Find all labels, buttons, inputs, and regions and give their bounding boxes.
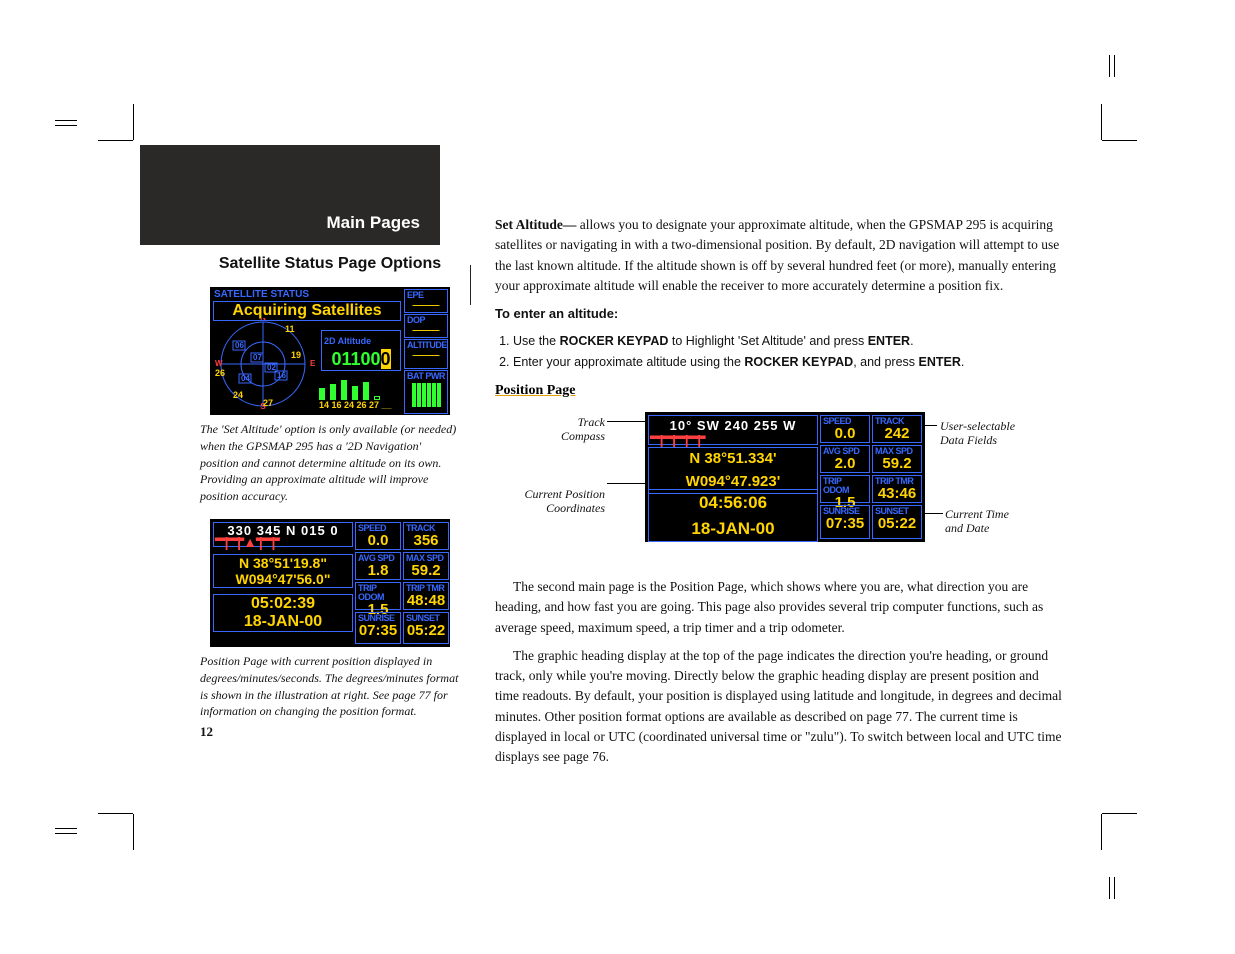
- svg-text:24: 24: [233, 390, 243, 400]
- step-1: Use the ROCKER KEYPAD to Highlight 'Set …: [513, 332, 1065, 351]
- altitude-cell: ALTITUDE———: [404, 339, 448, 369]
- body-paragraph-2: The second main page is the Position Pag…: [495, 577, 1065, 638]
- epe-cell: EPE———: [404, 289, 448, 313]
- crop-mark: [55, 833, 77, 834]
- avgspd-cell: AVG SPD2.0: [820, 445, 870, 473]
- alt-value: 011000: [322, 349, 400, 370]
- crop-mark: [1102, 140, 1137, 141]
- sunset-cell: SUNSET05:22: [403, 612, 449, 644]
- figure-caption-2: Position Page with current position disp…: [200, 653, 460, 720]
- callout-data-fields: User-selectable Data Fields: [940, 419, 1030, 448]
- satellite-status-screen: SATELLITE STATUS Acquiring Satellites N …: [210, 287, 450, 415]
- crop-mark: [1101, 814, 1102, 850]
- triptmr-cell: TRIP TMR48:48: [403, 582, 449, 610]
- dop-cell: DOP———: [404, 314, 448, 338]
- position-screen-large: 10° SW 240 255 W ''''''''|''''''''|'''''…: [645, 412, 925, 542]
- crop-mark: [55, 828, 77, 829]
- compass-ticks: ''''''''|''''''''|'''▲'''|''''''''|'''': [214, 538, 352, 546]
- maxspd-cell: MAX SPD59.2: [403, 552, 449, 580]
- crop-mark: [133, 814, 134, 850]
- left-column: Satellite Status Page Options SATELLITE …: [200, 255, 460, 720]
- step-2: Enter your approximate altitude using th…: [513, 353, 1065, 372]
- svg-text:26: 26: [215, 368, 225, 378]
- svg-text:07: 07: [253, 353, 262, 362]
- document-page: Main Pages Satellite Status Page Options…: [140, 145, 1090, 810]
- svg-text:16: 16: [277, 371, 286, 380]
- current-time: 04:56:06: [649, 490, 817, 516]
- crop-mark: [55, 120, 77, 121]
- svg-text:27: 27: [263, 398, 273, 408]
- track-cell: TRACK356: [403, 522, 449, 550]
- body-paragraph-3: The graphic heading display at the top o…: [495, 646, 1065, 768]
- signal-bars: 14 16 24 26 27 __: [319, 376, 399, 412]
- column-divider: [470, 265, 471, 305]
- speed-cell: SPEED0.0: [355, 522, 401, 550]
- svg-text:06: 06: [235, 341, 244, 350]
- crop-mark: [55, 125, 77, 126]
- steps-list: Use the ROCKER KEYPAD to Highlight 'Set …: [513, 332, 1065, 373]
- avgspd-cell: AVG SPD1.8: [355, 552, 401, 580]
- crop-mark: [133, 104, 134, 140]
- set-altitude-paragraph: Set Altitude— allows you to designate yo…: [495, 215, 1065, 296]
- satellite-sky-view: N S E W 26 24 27 06 07 02 04 16 11 19: [215, 318, 315, 410]
- crop-mark: [1109, 877, 1110, 899]
- callout-coordinates: Current Position Coordinates: [515, 487, 605, 516]
- maxspd-cell: MAX SPD59.2: [872, 445, 922, 473]
- figure-caption-1: The 'Set Altitude' option is only availa…: [200, 421, 460, 505]
- triptmr-cell: TRIP TMR43:46: [872, 475, 922, 503]
- latitude: N 38°51.334': [649, 448, 817, 471]
- header-band: Main Pages: [140, 145, 440, 245]
- latitude: N 38°51'19.8": [214, 555, 352, 571]
- speed-cell: SPEED0.0: [820, 415, 870, 443]
- crop-mark: [1114, 877, 1115, 899]
- svg-text:11: 11: [285, 324, 295, 334]
- callout-track-compass: Track Compass: [535, 415, 605, 444]
- crop-mark: [1101, 104, 1102, 140]
- crop-mark: [1102, 813, 1137, 814]
- alt-label: 2D Altitude: [322, 336, 373, 346]
- compass-ticks: ''''''''|''''''''|''''''''|''''''''|'''': [649, 436, 817, 444]
- batpwr-cell: BAT PWR: [404, 370, 448, 414]
- track-cell: TRACK242: [872, 415, 922, 443]
- right-column: Set Altitude— allows you to designate yo…: [495, 215, 1065, 775]
- current-date: 18-JAN-00: [649, 516, 817, 542]
- odom-cell: TRIP ODOM1.5: [820, 475, 870, 503]
- svg-text:E: E: [310, 359, 315, 368]
- enter-altitude-heading: To enter an altitude:: [495, 304, 1065, 324]
- crop-mark: [1114, 55, 1115, 77]
- odom-cell: TRIP ODOM1.5: [355, 582, 401, 610]
- subsection-title: Satellite Status Page Options: [200, 255, 460, 273]
- svg-text:04: 04: [241, 374, 250, 383]
- position-figure: Track Compass Current Position Coordinat…: [495, 407, 1065, 567]
- longitude: W094°47'56.0": [214, 571, 352, 587]
- svg-text:W: W: [215, 359, 223, 368]
- sunrise-cell: SUNRISE07:35: [820, 505, 870, 539]
- position-screen-small: 330 345 N 015 0 ''''''''|''''''''|'''▲''…: [210, 519, 450, 647]
- crop-mark: [1109, 55, 1110, 77]
- position-page-heading: Position Page: [495, 380, 1065, 401]
- svg-text:N: N: [260, 318, 266, 322]
- crop-mark: [98, 140, 133, 141]
- sunset-cell: SUNSET05:22: [872, 505, 922, 539]
- crop-mark: [98, 813, 133, 814]
- sunrise-cell: SUNRISE07:35: [355, 612, 401, 644]
- svg-text:19: 19: [291, 350, 301, 360]
- callout-time-date: Current Time and Date: [945, 507, 1035, 536]
- current-date: 18-JAN-00: [214, 613, 352, 631]
- section-title: Main Pages: [326, 213, 420, 233]
- current-time: 05:02:39: [214, 595, 352, 613]
- page-number: 12: [200, 724, 213, 740]
